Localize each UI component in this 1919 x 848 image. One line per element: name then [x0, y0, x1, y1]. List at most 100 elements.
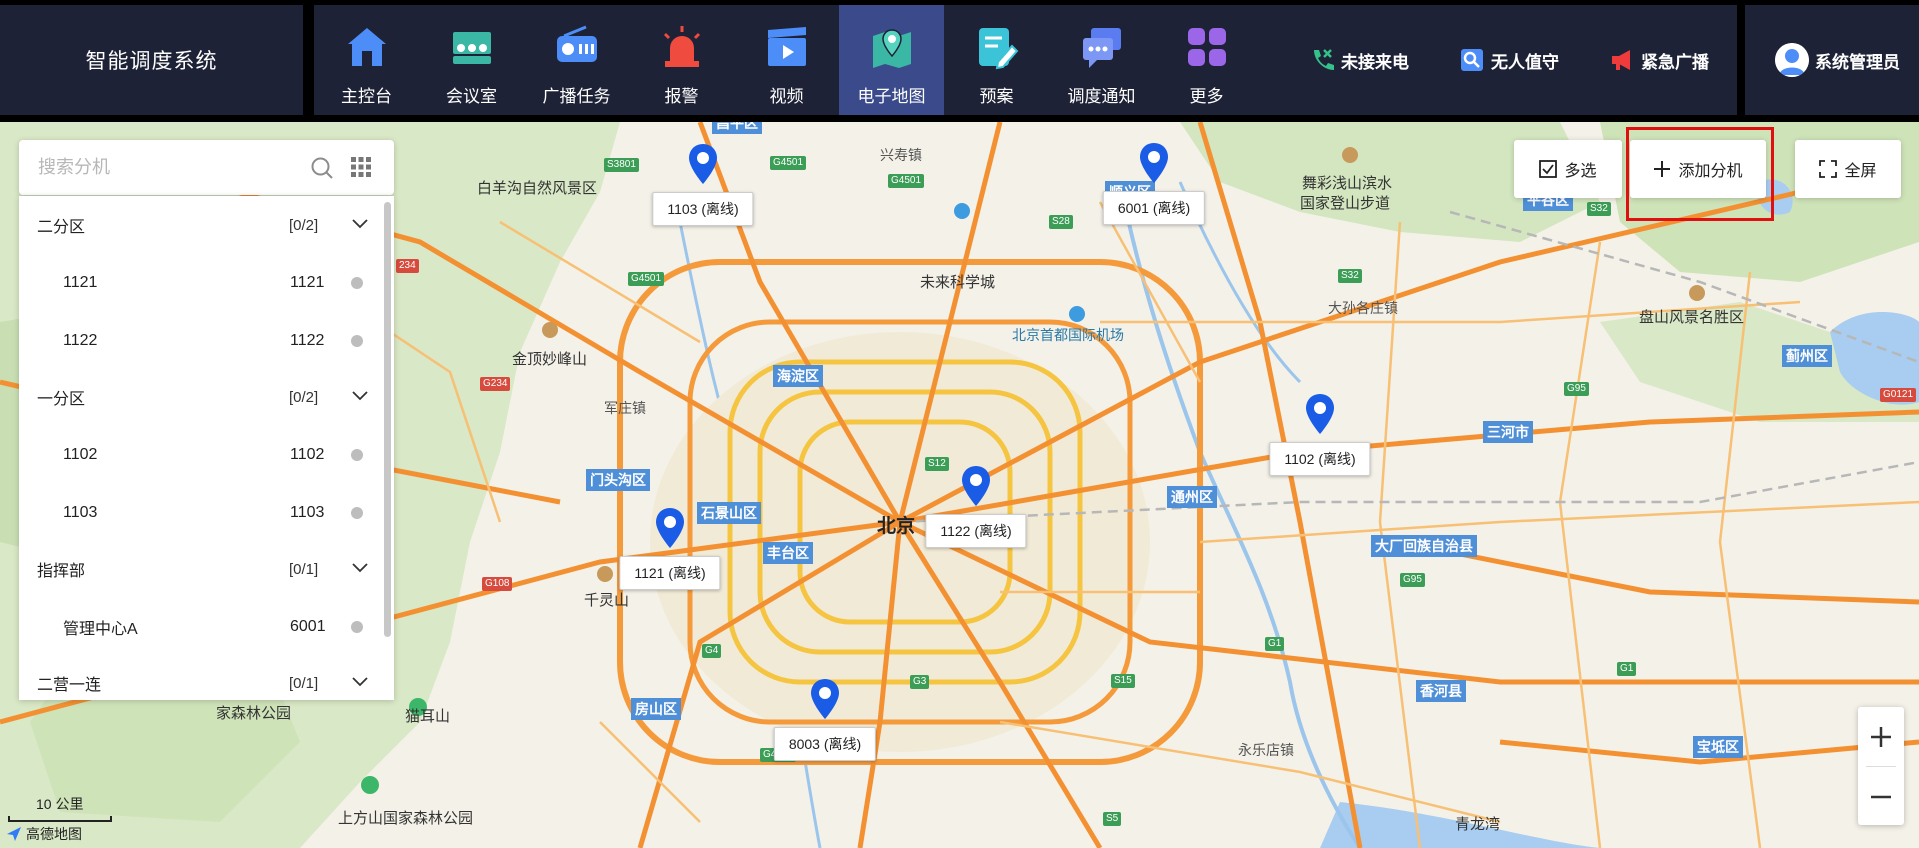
app-title: 智能调度系统 — [85, 50, 218, 73]
map-label-daxing: 大孙各庄镇 — [1328, 300, 1398, 316]
list-item[interactable]: 1102 1102 — [19, 426, 394, 484]
fullscreen-button[interactable]: 全屏 — [1795, 140, 1901, 198]
multi-select-button[interactable]: 多选 — [1514, 140, 1622, 198]
extension-name: 1122 — [63, 332, 98, 349]
chevron-down-icon — [352, 391, 368, 401]
nav-item-emap[interactable]: 电子地图 — [839, 5, 944, 115]
search-input[interactable] — [38, 157, 298, 178]
map-label-changping: 昌平区 — [712, 122, 762, 134]
nav-item-notice[interactable]: 调度通知 — [1049, 5, 1154, 115]
map-attribution[interactable]: 高德地图 — [6, 824, 82, 844]
list-item[interactable]: 1103 1103 — [19, 484, 394, 542]
brand-panel: 智能调度系统 — [0, 5, 303, 115]
app-root: 智能调度系统 主控台 会议室 广播任务 报警 视频 电子地图 预案 调度通知 更… — [0, 0, 1919, 848]
nav-label-more: 更多 — [1189, 87, 1224, 106]
nav-item-home[interactable]: 主控台 — [314, 5, 419, 115]
video-icon — [767, 27, 806, 66]
extension-name: 1121 — [63, 274, 98, 291]
map-label-guojia: 国家登山步道 — [1300, 195, 1391, 212]
map-label-beijing: 北京 — [877, 516, 916, 537]
map-label-wucai: 舞彩浅山滨水 — [1302, 175, 1393, 192]
chevron-down-icon — [352, 563, 368, 573]
location-pin-icon — [656, 508, 684, 548]
map-label-jiasenlin: 家森林公园 — [216, 705, 292, 722]
user-avatar-icon — [1775, 43, 1809, 77]
group-count: [0/1] — [289, 674, 319, 692]
group-header[interactable]: 二分区 [0/2] — [19, 196, 394, 254]
road-badge-g234: G234 — [480, 377, 511, 391]
minus-icon — [1871, 795, 1891, 798]
marker-label: 1122 (离线) — [925, 514, 1027, 548]
map-label-jizhou: 蓟州区 — [1782, 345, 1832, 367]
emergency-broadcast-button[interactable]: 紧急广播 — [1609, 47, 1709, 73]
unattended-icon — [1461, 49, 1483, 71]
scale-bar — [8, 816, 112, 822]
road-badge-s15: S15 — [1111, 674, 1135, 688]
group-name: 二分区 — [37, 219, 86, 236]
list-item[interactable]: 1122 1122 — [19, 312, 394, 370]
map-view[interactable]: 昌平区 顺义区 平谷区 海淀区 门头沟区 石景山区 丰台区 通州区 三河市 大厂… — [0, 122, 1919, 848]
road-badge-s32: S32 — [1338, 269, 1362, 283]
map-label-maoershan: 猫耳山 — [405, 708, 451, 725]
group-name: 二营一连 — [37, 677, 102, 694]
list-item[interactable]: 1121 1121 — [19, 254, 394, 312]
road-badge-g1: G1 — [1265, 637, 1285, 651]
chevron-down-icon — [352, 677, 368, 687]
more-icon — [1187, 28, 1226, 66]
nav-item-plan[interactable]: 预案 — [944, 5, 1049, 115]
nav-item-meeting[interactable]: 会议室 — [419, 5, 524, 115]
marker-label: 1103 (离线) — [652, 192, 754, 226]
group-header[interactable]: 二营一连 [0/1] — [19, 654, 394, 700]
road-badge-g4501-ne: G4501 — [888, 174, 925, 188]
status-dot — [351, 335, 363, 347]
map-label-fengtai: 丰台区 — [763, 542, 813, 564]
group-count: [0/2] — [289, 216, 319, 234]
avatar — [1775, 43, 1809, 77]
map-label-shijingshan: 石景山区 — [697, 502, 761, 524]
map-label-weilai: 未来科学城 — [920, 274, 996, 291]
map-label-qianlingshan: 千灵山 — [584, 592, 630, 609]
search-icon[interactable] — [310, 156, 334, 180]
list-item[interactable]: 管理中心A 6001 — [19, 598, 394, 656]
nav-item-alarm[interactable]: 报警 — [629, 5, 734, 115]
map-label-shangfangshan: 上方山国家森林公园 — [338, 810, 474, 827]
missed-calls-button[interactable]: 未接来电 — [1309, 47, 1409, 73]
extension-number: 1122 — [290, 332, 325, 349]
extension-name: 1102 — [63, 446, 98, 463]
list-scrollbar[interactable] — [384, 202, 391, 637]
grid-icon[interactable] — [350, 156, 372, 178]
extension-number: 1121 — [290, 274, 325, 291]
map-label-baodi: 宝坻区 — [1693, 736, 1743, 758]
nav-item-video[interactable]: 视频 — [734, 5, 839, 115]
road-badge-s28: S28 — [1049, 215, 1073, 229]
nav-panel: 主控台 会议室 广播任务 报警 视频 电子地图 预案 调度通知 更多 未接来电 … — [314, 5, 1737, 115]
map-label-airport: 北京首都国际机场 — [1012, 327, 1124, 343]
user-panel[interactable]: 系统管理员 — [1745, 5, 1919, 115]
checkbox-icon — [1539, 160, 1558, 178]
map-icon — [872, 29, 911, 68]
map-label-mentougou: 门头沟区 — [586, 469, 650, 491]
status-dot — [351, 449, 363, 461]
extension-number: 1102 — [290, 446, 325, 463]
road-badge-g95-s: G95 — [1400, 573, 1425, 587]
map-label-tongzhou: 通州区 — [1167, 486, 1217, 508]
nav-item-broadcast[interactable]: 广播任务 — [524, 5, 629, 115]
map-label-junzhuang: 军庄镇 — [604, 400, 646, 416]
amap-logo-icon — [7, 827, 21, 841]
nav-label-broadcast: 广播任务 — [542, 87, 611, 106]
search-box — [19, 140, 394, 195]
extension-number: 1103 — [290, 504, 325, 521]
road-badge-g3: G3 — [910, 675, 930, 689]
unattended-button[interactable]: 无人值守 — [1459, 47, 1559, 73]
plus-icon — [1871, 726, 1891, 747]
nav-item-more[interactable]: 更多 — [1154, 5, 1259, 115]
quick-actions: 未接来电 无人值守 紧急广播 — [1309, 5, 1759, 115]
nav-label-video: 视频 — [769, 87, 804, 106]
zoom-out-button[interactable] — [1858, 767, 1904, 826]
group-name: 一分区 — [37, 391, 86, 408]
zoom-in-button[interactable] — [1858, 707, 1904, 766]
group-header[interactable]: 指挥部 [0/1] — [19, 540, 394, 598]
group-name: 指挥部 — [37, 563, 86, 580]
road-badge-g1-e: G1 — [1617, 662, 1637, 676]
group-header[interactable]: 一分区 [0/2] — [19, 368, 394, 426]
